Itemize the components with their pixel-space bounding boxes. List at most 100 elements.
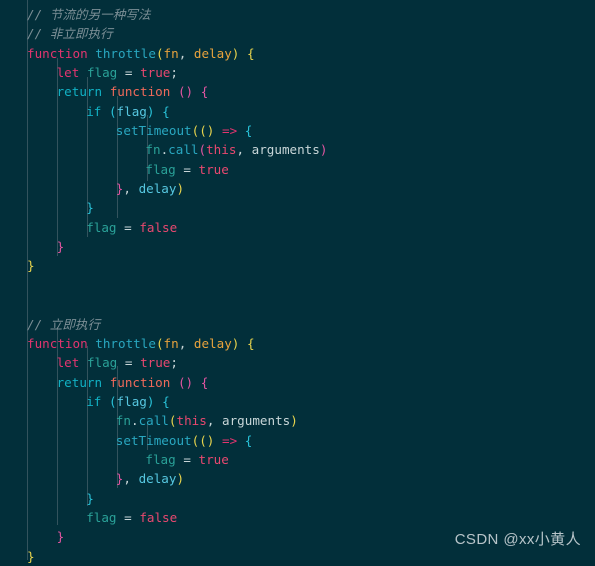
code-token: { — [246, 335, 255, 351]
code-line[interactable] — [27, 295, 327, 314]
code-token: throttle — [95, 335, 156, 351]
code-line[interactable]: } — [27, 489, 327, 508]
code-token: () — [177, 84, 194, 100]
code-token: () — [199, 432, 215, 448]
code-line[interactable]: flag = false — [27, 508, 327, 527]
code-line[interactable]: setTimeout(() => { — [27, 121, 327, 140]
code-line[interactable]: function throttle(fn, delay) { — [27, 44, 327, 63]
code-line[interactable]: return function () { — [27, 373, 327, 392]
code-line[interactable]: let flag = true; — [27, 63, 327, 82]
code-token: arguments — [251, 142, 320, 158]
code-line[interactable]: // 非立即执行 — [27, 24, 327, 43]
code-token: () — [199, 123, 215, 139]
code-token: () — [177, 374, 194, 390]
code-block[interactable]: // 节流的另一种写法// 非立即执行 function throttle(fn,… — [27, 5, 327, 566]
code-token: ) — [319, 142, 328, 158]
code-line[interactable]: return function () { — [27, 82, 327, 101]
code-token: = — [183, 451, 191, 467]
code-token: arguments — [222, 413, 291, 429]
code-token: => — [221, 432, 238, 448]
code-token: delay — [193, 335, 232, 351]
code-line[interactable]: fn.call(this, arguments) — [27, 411, 327, 430]
code-token: fn — [163, 335, 179, 351]
code-token: fn — [163, 45, 179, 61]
code-token: // 非立即执行 — [27, 26, 113, 42]
code-token: flag — [86, 65, 118, 81]
code-line[interactable]: flag = true — [27, 160, 327, 179]
code-line[interactable]: } — [27, 256, 327, 275]
code-token: ( — [198, 142, 207, 158]
code-token: } — [56, 529, 65, 545]
code-line[interactable]: flag = true — [27, 450, 327, 469]
code-token: fn — [145, 142, 161, 158]
code-line[interactable]: let flag = true; — [27, 353, 327, 372]
code-line[interactable] — [27, 276, 327, 295]
code-line[interactable]: setTimeout(() => { — [27, 431, 327, 450]
code-token: flag — [116, 103, 147, 119]
code-token: { — [244, 432, 253, 448]
code-line[interactable]: } — [27, 198, 327, 217]
code-line[interactable]: function throttle(fn, delay) { — [27, 334, 327, 353]
code-token: { — [244, 123, 253, 139]
code-token: if — [86, 103, 102, 119]
code-line[interactable]: if (flag) { — [27, 102, 327, 121]
code-token: = — [124, 219, 132, 235]
code-token: } — [27, 548, 35, 564]
code-token: function — [109, 374, 171, 390]
code-token: ( — [108, 393, 117, 409]
code-token: } — [56, 239, 65, 255]
code-token: } — [27, 258, 35, 274]
code-line[interactable]: }, delay) — [27, 179, 327, 198]
code-token: ( — [168, 413, 177, 429]
code-token: if — [86, 393, 102, 409]
code-line[interactable]: // 立即执行 — [27, 315, 327, 334]
code-token: setTimeout — [115, 123, 192, 139]
code-token: throttle — [95, 45, 156, 61]
code-line[interactable]: fn.call(this, arguments) — [27, 140, 327, 159]
code-token: { — [162, 393, 170, 409]
code-token: ) — [176, 181, 185, 197]
code-token: , — [178, 335, 194, 351]
code-token: } — [86, 200, 94, 216]
code-token: ) — [290, 413, 298, 429]
code-token: call — [168, 142, 199, 158]
code-token: ( — [108, 103, 117, 119]
code-line[interactable]: flag = false — [27, 218, 327, 237]
code-editor-surface[interactable]: // 节流的另一种写法// 非立即执行 function throttle(fn,… — [0, 0, 595, 564]
code-token: ; — [170, 65, 178, 81]
code-line[interactable]: // 节流的另一种写法 — [27, 5, 327, 24]
code-line[interactable]: if (flag) { — [27, 392, 327, 411]
code-token: let — [56, 65, 80, 81]
code-line[interactable]: } — [27, 547, 327, 566]
code-token: flag — [145, 161, 176, 177]
code-line[interactable]: } — [27, 527, 327, 546]
code-token: flag — [116, 393, 147, 409]
code-line[interactable]: }, delay) — [27, 469, 327, 488]
code-token: call — [138, 413, 169, 429]
code-token: delay — [193, 45, 232, 61]
code-token: flag — [86, 509, 117, 525]
code-token: { — [246, 45, 255, 61]
code-token: true — [140, 355, 171, 371]
code-token: = — [183, 161, 191, 177]
code-token: true — [198, 161, 229, 177]
code-token: ( — [155, 45, 164, 61]
code-token: this — [206, 142, 237, 158]
code-token: true — [140, 65, 171, 81]
code-line[interactable]: } — [27, 237, 327, 256]
code-token: delay — [138, 181, 177, 197]
